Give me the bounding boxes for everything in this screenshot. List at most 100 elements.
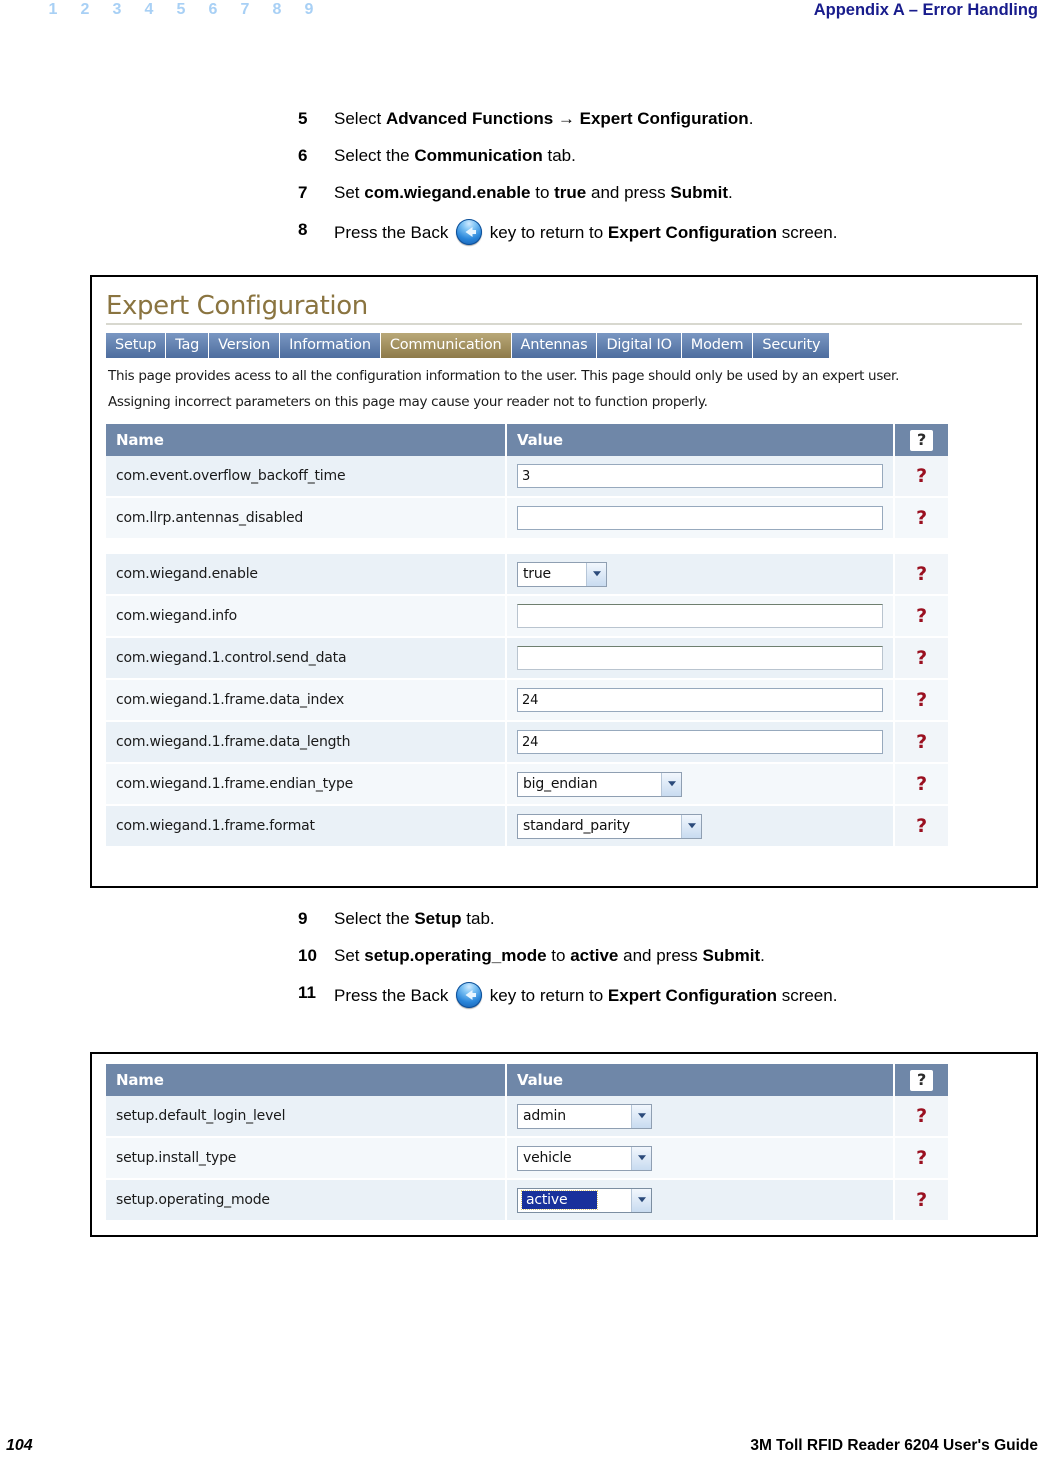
page-footer: 104 3M Toll RFID Reader 6204 User's Guid…	[0, 1433, 1046, 1455]
table-row: com.wiegand.1.frame.data_length 24?	[106, 721, 948, 764]
help-icon[interactable]: ?	[894, 497, 948, 540]
select-setup.install_type[interactable]: vehicle	[517, 1145, 652, 1171]
tab-tag[interactable]: Tag	[166, 333, 210, 358]
help-icon[interactable]: ?	[894, 1179, 948, 1222]
parameter-value-cell	[506, 595, 895, 638]
page-header: 1 2 3 4 5 6 7 8 9 Appendix A – Error Handling	[0, 0, 1046, 34]
tab-version[interactable]: Version	[209, 333, 281, 358]
page-number-6: 6	[208, 1, 218, 18]
chevron-down-icon[interactable]	[631, 1146, 651, 1170]
tab-communication[interactable]: Communication	[380, 333, 512, 358]
plain-text: Select the	[334, 909, 415, 928]
input-com.wiegand.1.frame.data_index[interactable]: 24	[517, 688, 883, 712]
emphasis-text: com.wiegand.enable	[364, 183, 531, 202]
step-number: 11	[298, 983, 316, 1002]
table-row: com.wiegand.1.control.send_data?	[106, 637, 948, 680]
parameter-name: com.wiegand.1.frame.endian_type	[106, 763, 507, 806]
step-text: Select Advanced Functions → Expert Confi…	[334, 108, 1038, 130]
select-com.wiegand.1.frame.endian_type[interactable]: big_endian	[517, 771, 682, 797]
plain-text: and press	[586, 183, 671, 202]
input-com.wiegand.info[interactable]	[517, 604, 883, 628]
setup-config-table: Name Value ? setup.default_login_level ad…	[106, 1064, 948, 1222]
input-com.llrp.antennas_disabled[interactable]	[517, 506, 883, 530]
plain-text: tab.	[461, 909, 495, 928]
parameter-value-cell: 24	[506, 679, 895, 722]
table-head: Name Value ?	[106, 1064, 948, 1096]
description-line-2: Assigning incorrect parameters on this p…	[108, 394, 708, 410]
step-text: Set com.wiegand.enable to true and press…	[334, 182, 1038, 204]
chevron-down-icon[interactable]	[631, 1188, 651, 1212]
tab-antennas[interactable]: Antennas	[511, 333, 598, 358]
tab-security[interactable]: Security	[753, 333, 831, 358]
step-9: 9 Select the Setup tab.	[298, 908, 1038, 930]
plain-text: .	[748, 109, 754, 128]
screenshot-expert-configuration-communication: Expert Configuration Setup Tag Version Info…	[90, 275, 1038, 888]
help-icon[interactable]: ?	[894, 595, 948, 638]
table-row: setup.operating_mode active?	[106, 1179, 948, 1222]
column-header-help[interactable]: ?	[894, 424, 948, 456]
step-text: Press the Back key to return to Expert C…	[334, 219, 1038, 245]
help-icon[interactable]: ?	[894, 637, 948, 680]
help-icon[interactable]: ?	[894, 1137, 948, 1180]
emphasis-text: true	[554, 183, 587, 202]
parameter-name: com.wiegand.1.frame.data_index	[106, 679, 507, 722]
step-number: 5	[298, 109, 308, 128]
chevron-down-icon[interactable]	[681, 814, 701, 838]
step-7: 7 Set com.wiegand.enable to true and pres…	[298, 182, 1038, 204]
select-setup.operating_mode[interactable]: active	[517, 1187, 652, 1213]
column-header-value: Value	[506, 424, 895, 456]
tab-information[interactable]: Information	[280, 333, 381, 358]
chevron-down-icon[interactable]	[661, 772, 681, 796]
back-arrow-icon[interactable]	[456, 982, 483, 1008]
select-value: true	[523, 566, 551, 582]
plain-text: Set	[334, 183, 365, 202]
plain-text: Set	[334, 946, 365, 965]
table-row: com.wiegand.info?	[106, 595, 948, 638]
parameter-name: setup.operating_mode	[106, 1179, 507, 1222]
select-value: standard_parity	[523, 818, 630, 834]
help-icon[interactable]: ?	[894, 1096, 948, 1138]
step-number: 8	[298, 220, 308, 239]
step-text: Set setup.operating_mode to active and p…	[334, 945, 1038, 967]
emphasis-text: Expert Configuration	[607, 986, 777, 1005]
column-header-help[interactable]: ?	[894, 1064, 948, 1096]
help-icon[interactable]: ?	[909, 429, 934, 451]
select-com.wiegand.1.frame.format[interactable]: standard_parity	[517, 813, 702, 839]
instruction-list-a: 5 Select Advanced Functions → Expert Conf…	[298, 108, 1038, 260]
step-number: 7	[298, 183, 308, 202]
help-icon[interactable]: ?	[894, 456, 948, 498]
spacer-cell	[106, 539, 948, 554]
plain-text: screen.	[776, 223, 838, 242]
description-line-1: This page provides acess to all the conf…	[108, 368, 900, 384]
select-setup.default_login_level[interactable]: admin	[517, 1103, 652, 1129]
help-icon[interactable]: ?	[894, 805, 948, 848]
parameter-value-cell: 24	[506, 721, 895, 764]
page-number-9: 9	[304, 1, 314, 18]
help-icon[interactable]: ?	[894, 721, 948, 764]
parameter-name: com.wiegand.info	[106, 595, 507, 638]
help-icon[interactable]: ?	[894, 679, 948, 722]
expert-configuration-tabbar: Setup Tag Version Information Communication A…	[106, 333, 1022, 358]
parameter-value-cell: big_endian	[506, 763, 895, 806]
tab-modem[interactable]: Modem	[681, 333, 754, 358]
table-header-row: Name Value ?	[106, 424, 948, 456]
help-icon[interactable]: ?	[894, 554, 948, 596]
tab-digital-io[interactable]: Digital IO	[597, 333, 682, 358]
communication-table-body: com.event.overflow_backoff_time 3? com.llr…	[106, 456, 948, 848]
page-number-3: 3	[112, 1, 122, 18]
step-text: Press the Back key to return to Expert C…	[334, 982, 1038, 1008]
help-icon[interactable]: ?	[909, 1069, 934, 1091]
back-arrow-icon[interactable]	[456, 219, 483, 245]
input-com.event.overflow_backoff_time[interactable]: 3	[517, 464, 883, 488]
help-icon[interactable]: ?	[894, 763, 948, 806]
tab-setup[interactable]: Setup	[106, 333, 167, 358]
chevron-down-icon[interactable]	[631, 1104, 651, 1128]
input-com.wiegand.1.frame.data_length[interactable]: 24	[517, 730, 883, 754]
setup-table-body: setup.default_login_level admin? setup.ins…	[106, 1096, 948, 1222]
select-com.wiegand.enable[interactable]: true	[517, 561, 607, 587]
input-com.wiegand.1.control.send_data[interactable]	[517, 646, 883, 670]
plain-text: .	[727, 183, 733, 202]
plain-text: and press	[618, 946, 703, 965]
chevron-down-icon[interactable]	[586, 562, 606, 586]
parameter-value-cell: 3	[506, 456, 895, 498]
